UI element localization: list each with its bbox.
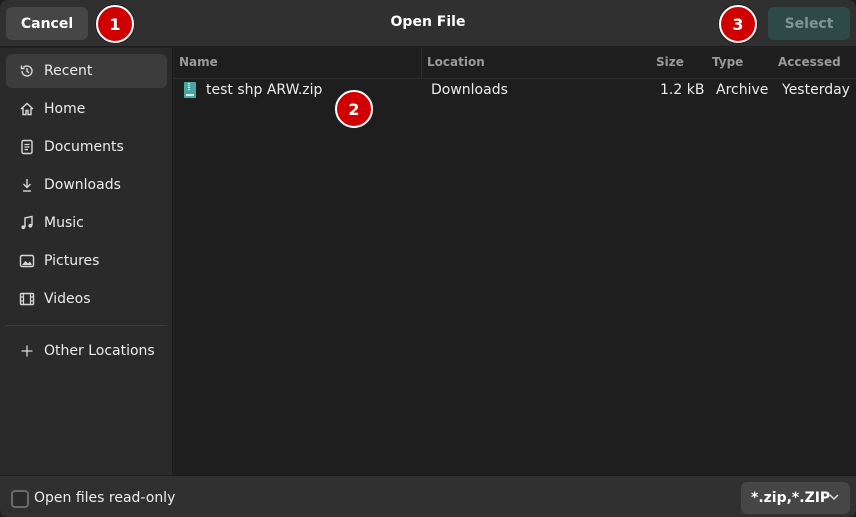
- sidebar-item-label: Videos: [44, 291, 91, 307]
- file-accessed: Yesterday: [782, 82, 850, 98]
- music-note-icon: [19, 215, 35, 231]
- sidebar-item-home[interactable]: Home: [6, 92, 167, 126]
- sidebar-item-label: Downloads: [44, 177, 121, 193]
- file-type: Archive: [716, 82, 769, 98]
- file-size: 1.2 kB: [660, 82, 705, 98]
- document-icon: [19, 139, 35, 155]
- zip-archive-icon: [184, 82, 196, 98]
- select-button[interactable]: Select: [768, 7, 850, 40]
- sidebar-divider: [6, 325, 167, 326]
- annotation-marker-3: 3: [719, 5, 757, 43]
- sidebar-item-documents[interactable]: Documents: [6, 130, 167, 164]
- clock-icon: [19, 63, 35, 79]
- file-location: Downloads: [431, 82, 508, 98]
- read-only-label[interactable]: Open files read-only: [34, 490, 175, 506]
- file-row[interactable]: test shp ARW.zip Downloads 1.2 kB Archiv…: [174, 79, 856, 105]
- plus-icon: [19, 343, 35, 359]
- file-list: Name Location Size Type Accessed test sh…: [174, 48, 856, 475]
- sidebar-item-pictures[interactable]: Pictures: [6, 244, 167, 278]
- read-only-checkbox[interactable]: [11, 490, 29, 508]
- film-icon: [19, 291, 35, 307]
- column-header-type[interactable]: Type: [712, 55, 743, 69]
- column-divider: [421, 48, 422, 78]
- sidebar-item-videos[interactable]: Videos: [6, 282, 167, 316]
- column-header-size[interactable]: Size: [656, 55, 684, 69]
- sidebar-item-music[interactable]: Music: [6, 206, 167, 240]
- places-sidebar: Recent Home Documents Downloads Music Pi…: [0, 48, 173, 475]
- column-header-name[interactable]: Name: [179, 55, 218, 69]
- download-icon: [19, 177, 35, 193]
- sidebar-item-recent[interactable]: Recent: [6, 54, 167, 88]
- sidebar-item-label: Pictures: [44, 253, 100, 269]
- open-file-dialog: Cancel Open File Select Recent Home Docu…: [0, 0, 856, 517]
- sidebar-item-label: Music: [44, 215, 84, 231]
- file-name: test shp ARW.zip: [206, 82, 323, 98]
- footer-bar: Open files read-only *.zip,*.ZIP: [0, 475, 856, 517]
- sidebar-item-label: Recent: [44, 63, 93, 79]
- chevron-down-icon: [828, 491, 840, 507]
- column-header-location[interactable]: Location: [427, 55, 485, 69]
- sidebar-item-label: Documents: [44, 139, 124, 155]
- sidebar-item-label: Other Locations: [44, 343, 155, 359]
- picture-icon: [19, 253, 35, 269]
- home-icon: [19, 101, 35, 117]
- sidebar-item-other-locations[interactable]: Other Locations: [6, 334, 167, 368]
- filter-value: *.zip,*.ZIP: [751, 490, 831, 506]
- sidebar-item-label: Home: [44, 101, 86, 117]
- annotation-marker-1: 1: [96, 5, 134, 43]
- annotation-marker-2: 2: [335, 90, 373, 128]
- file-type-filter-dropdown[interactable]: *.zip,*.ZIP: [741, 482, 850, 514]
- sidebar-item-downloads[interactable]: Downloads: [6, 168, 167, 202]
- column-header-accessed[interactable]: Accessed: [778, 55, 841, 69]
